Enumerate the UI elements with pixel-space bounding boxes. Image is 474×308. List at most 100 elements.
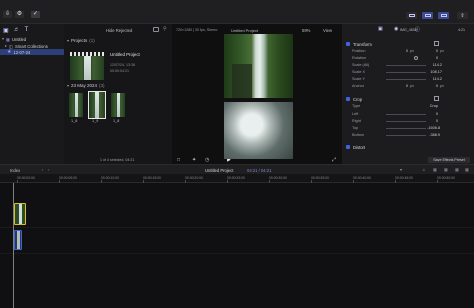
right-value[interactable]: 0	[428, 119, 438, 124]
color-inspector-icon[interactable]: ◉	[394, 26, 398, 32]
show-browser-button[interactable]	[406, 12, 417, 19]
bottom-value[interactable]: -388.9	[422, 133, 440, 138]
timeline-options-icon[interactable]: ▦	[465, 167, 469, 172]
anchor-label: Anchor	[352, 84, 365, 88]
disclosure-triangle-icon[interactable]	[5, 45, 7, 47]
clip-appearance-icon[interactable]: ▦	[455, 167, 459, 172]
playhead[interactable]	[13, 183, 14, 308]
top-label: Top	[352, 126, 359, 130]
library-icon: ▦	[6, 36, 10, 42]
sidebar-item-event[interactable]: ★ 12-07-24	[0, 49, 64, 55]
clip-label: 1_9	[92, 119, 99, 123]
scale-y-slider[interactable]	[386, 79, 426, 80]
skimming-icon[interactable]: ▾	[400, 167, 402, 172]
crop-type-select[interactable]: Crop	[424, 104, 438, 109]
effects-icon[interactable]: ✦	[192, 157, 196, 163]
fullscreen-icon[interactable]: ⤢	[332, 157, 336, 163]
checkbox[interactable]	[346, 97, 350, 101]
back-icon[interactable]: ‹	[42, 167, 43, 172]
timeline-header: Index ‹ › Untitled Project 04:21 / 04:21…	[0, 164, 474, 174]
timecode: 00:00:20:00	[185, 176, 203, 180]
top-toolbar: ⇩ ⚙ ✓ ⇧	[0, 0, 474, 24]
libraries-tab-icon[interactable]: ▣	[3, 27, 9, 34]
scale-y-value[interactable]: 114.2	[428, 77, 442, 82]
transform-overlay-icon[interactable]	[434, 41, 439, 46]
video-inspector-icon[interactable]: ▣	[378, 26, 383, 32]
transform-tool-icon[interactable]: □	[177, 157, 180, 163]
sidebar-item-library[interactable]: ▦ Untitled	[2, 36, 26, 42]
right-slider[interactable]	[386, 121, 426, 122]
timeline-tracks[interactable]	[0, 183, 474, 308]
project-thumbnail[interactable]	[70, 52, 104, 80]
clip-thumbnail[interactable]	[69, 93, 83, 117]
bottom-slider[interactable]	[386, 135, 426, 136]
hide-rejected-menu[interactable]: Hide Rejected	[106, 28, 132, 33]
scale-all-value[interactable]: 114.2	[428, 63, 442, 68]
anchor-y-value[interactable]: 0	[422, 84, 438, 89]
unit-label: px	[440, 49, 445, 53]
timeline-clip-selected[interactable]	[14, 203, 26, 225]
rotation-dial[interactable]	[414, 56, 418, 60]
project-title: Untitled Project	[110, 52, 140, 57]
timeline-clip[interactable]	[14, 230, 22, 250]
scale-x-slider[interactable]	[386, 72, 426, 73]
viewer-project-name: Untitled Project	[231, 28, 259, 33]
keyword-icon[interactable]: ⚙	[15, 11, 24, 18]
timecode: 00:00:00:00	[17, 176, 35, 180]
timeline-project-name[interactable]: Untitled Project	[205, 168, 233, 173]
scale-x-value[interactable]: 108.17	[428, 70, 442, 75]
date-section-header[interactable]: 23 May 2024 (3)	[67, 83, 105, 88]
snapping-icon[interactable]: ▦	[444, 167, 448, 172]
search-icon[interactable]: ⚲	[163, 26, 167, 32]
timecode: 00:00:15:00	[143, 176, 161, 180]
top-slider[interactable]	[386, 128, 426, 129]
forward-icon[interactable]: ›	[48, 167, 49, 172]
collapse-icon[interactable]	[67, 84, 69, 87]
import-icon[interactable]: ⇩	[3, 11, 12, 18]
rotation-value[interactable]: 0	[426, 56, 438, 61]
folder-icon: ◫	[9, 43, 13, 49]
library-sidebar: ▣ ♬ T ▦ Untitled ◫ Smart Collections ★ 1…	[0, 24, 64, 164]
crop-section[interactable]: Crop	[346, 96, 362, 102]
checkbox[interactable]	[346, 145, 350, 149]
position-y-value[interactable]: 0	[422, 49, 438, 54]
timecode: 00:00:50:00	[437, 176, 455, 180]
left-slider[interactable]	[386, 114, 426, 115]
timecode: 00:00:05:00	[59, 176, 77, 180]
position-x-value[interactable]: 0	[394, 49, 408, 54]
bottom-label: Bottom	[352, 133, 365, 137]
clip-thumbnail[interactable]	[111, 93, 125, 117]
waterfall-image	[224, 34, 293, 98]
solo-icon[interactable]: ▦	[433, 167, 437, 172]
rotation-label: Rotation	[352, 56, 367, 60]
share-button[interactable]: ⇧	[457, 12, 468, 19]
crop-overlay-icon[interactable]	[434, 96, 439, 101]
view-menu[interactable]: View	[323, 28, 332, 33]
unit-label: px	[410, 84, 415, 88]
viewer-canvas[interactable]	[224, 34, 293, 159]
clip-thumbnail-selected[interactable]	[88, 91, 106, 119]
index-button[interactable]: Index	[10, 168, 20, 173]
transform-section[interactable]: Transform	[346, 41, 372, 47]
top-value[interactable]: -1606.8	[422, 126, 440, 131]
collapse-icon[interactable]	[67, 39, 69, 42]
projects-section-header[interactable]: Projects (1)	[67, 38, 95, 43]
background-tasks-icon[interactable]: ✓	[31, 11, 40, 18]
photos-tab-icon[interactable]: ♬	[14, 27, 20, 34]
save-effects-preset-button[interactable]: Save Effects Preset	[428, 157, 470, 163]
anchor-x-value[interactable]: 0	[394, 84, 408, 89]
scale-all-slider[interactable]	[386, 65, 426, 66]
show-timeline-button[interactable]	[422, 12, 433, 19]
checkbox[interactable]	[346, 42, 350, 46]
scale-all-label: Scale (All)	[352, 63, 370, 67]
clip-appearance-icon[interactable]	[153, 27, 159, 32]
distort-section[interactable]: Distort	[346, 144, 365, 150]
disclosure-triangle-icon[interactable]	[2, 38, 4, 40]
speed-icon[interactable]: ◷	[205, 157, 209, 163]
timeline-ruler[interactable]: 00:00:00:00 00:00:05:00 00:00:10:00 00:0…	[0, 174, 474, 183]
zoom-menu[interactable]: 59%	[302, 28, 310, 33]
audio-skimming-icon[interactable]: ♫	[422, 167, 425, 172]
left-value[interactable]: 0	[428, 112, 438, 117]
titles-tab-icon[interactable]: T	[25, 27, 29, 34]
show-inspector-button[interactable]	[438, 12, 449, 19]
